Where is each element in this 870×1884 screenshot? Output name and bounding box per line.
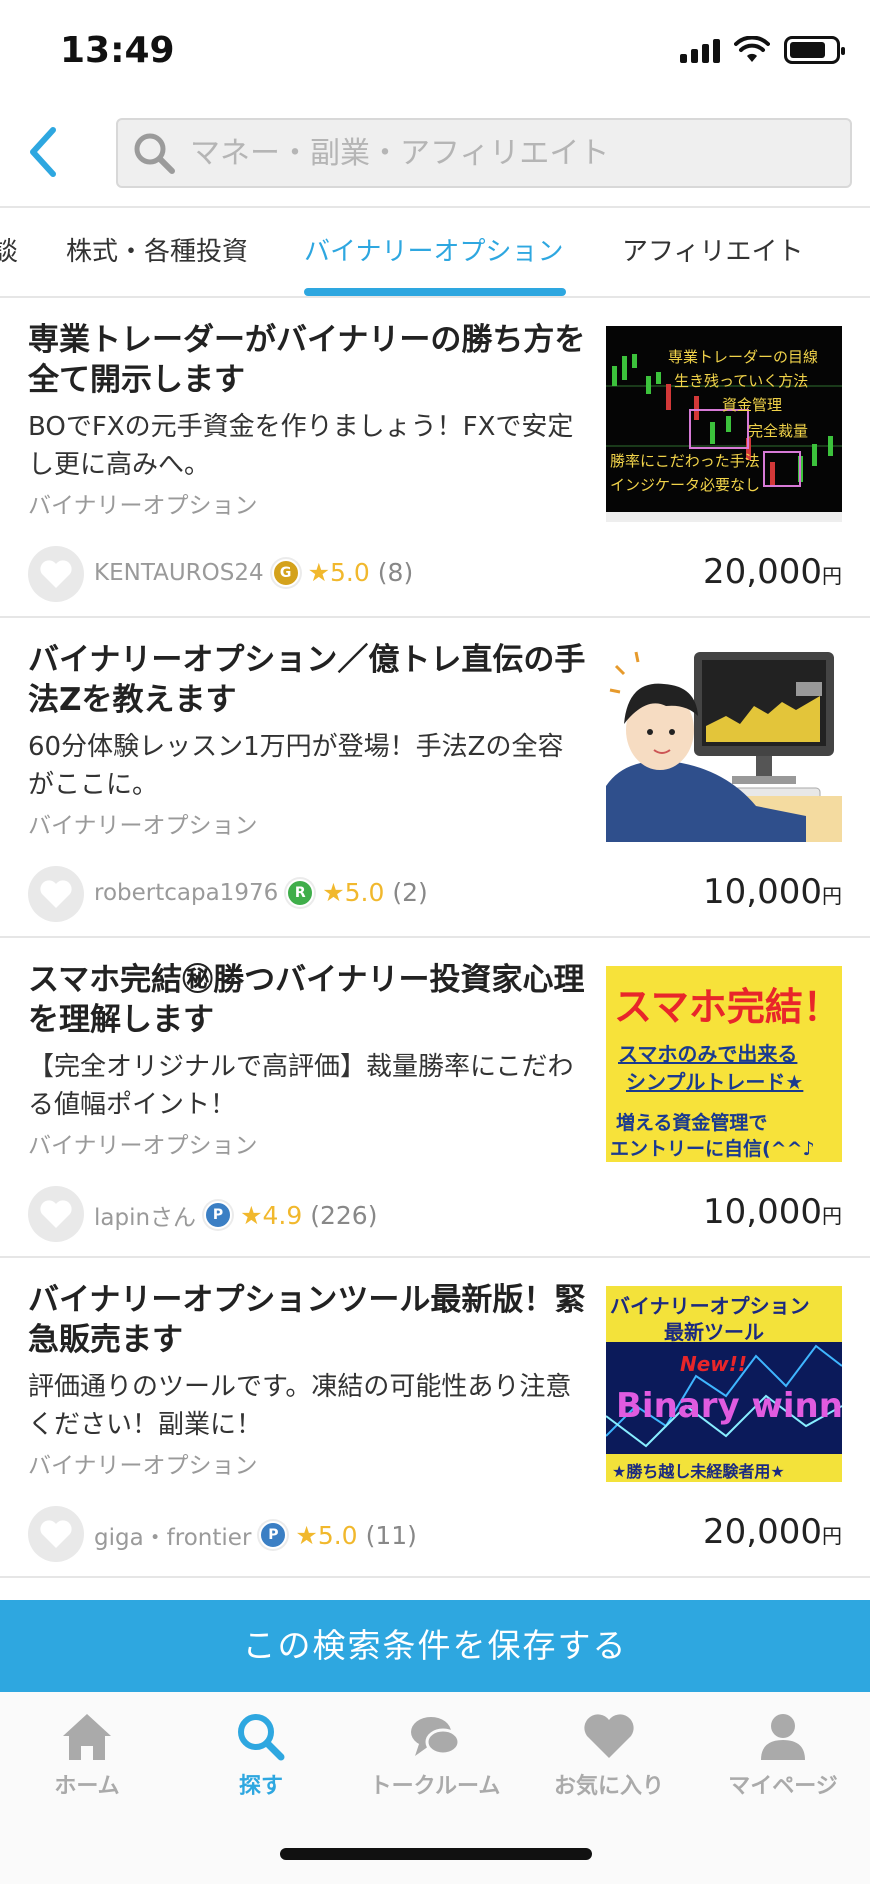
heart-icon <box>40 1200 72 1228</box>
person-icon <box>761 1714 805 1760</box>
listing-item[interactable]: スマホ完結㊙勝つバイナリー投資家心理を理解します 【完全オリジナルで高評価】裁量… <box>0 938 870 1258</box>
review-count: (226) <box>310 1200 378 1230</box>
seller-info: giga・frontier P ★5.0 (11) <box>94 1518 417 1552</box>
seller-name[interactable]: lapinさん <box>94 1198 196 1232</box>
listing-item[interactable]: バイナリーオプション／億トレ直伝の手法Zを教えます 60分体験レッスン1万円が登… <box>0 618 870 938</box>
listing-footer: KENTAUROS24 G ★5.0 (8) 20,000円 <box>28 546 842 602</box>
price: 20,000円 <box>703 552 842 592</box>
listing-description: 評価通りのツールです。凍結の可能性あり注意ください！副業に！ <box>28 1372 572 1440</box>
rank-badge-icon: P <box>204 1201 233 1229</box>
seller-info: KENTAUROS24 G ★5.0 (8) <box>94 558 413 587</box>
listing-title: バイナリーオプションツール最新版！緊急販売ます <box>28 1282 586 1358</box>
listing-description: BOでFXの元手資金を作りましょう！FXで安定し更に高みへ。 <box>28 412 574 480</box>
rating: ★5.0 <box>295 1520 358 1550</box>
battery-icon <box>784 36 845 64</box>
listing-category: バイナリーオプション <box>28 1133 258 1159</box>
thumbnail-text: スマホ完結！ スマホのみで出来る シンプルトレード★ 増える資金管理で エントリ… <box>610 985 841 1160</box>
listing-category: バイナリーオプション <box>28 1453 258 1479</box>
rank-badge-icon: G <box>271 558 300 587</box>
nav-home[interactable]: ホーム <box>0 1710 174 1800</box>
favorite-button[interactable] <box>28 1506 84 1562</box>
listing-footer: giga・frontier P ★5.0 (11) 20,000円 <box>28 1506 842 1562</box>
trader-illustration-image <box>606 646 842 842</box>
listing-description: 60分体験レッスン1万円が登場！手法Zの全容がここに。 <box>28 732 564 800</box>
chevron-left-icon <box>30 127 56 177</box>
seller-name[interactable]: robertcapa1976 <box>94 880 278 906</box>
cellular-signal-icon <box>680 37 720 63</box>
save-search-button[interactable]: この検索条件を保存する <box>0 1600 870 1692</box>
heart-icon <box>40 880 72 908</box>
heart-icon <box>40 560 72 588</box>
listing-thumbnail: スマホ完結！ スマホのみで出来る シンプルトレード★ 増える資金管理で エントリ… <box>606 966 842 1162</box>
seller-name[interactable]: KENTAUROS24 <box>94 560 264 586</box>
seller-info: lapinさん P ★4.9 (226) <box>94 1198 377 1232</box>
wifi-icon <box>734 36 770 62</box>
rating: ★4.9 <box>240 1200 303 1230</box>
listing-footer: lapinさん P ★4.9 (226) 10,000円 <box>28 1186 842 1242</box>
price: 20,000円 <box>703 1512 842 1552</box>
heart-icon <box>584 1714 634 1758</box>
listing-title: 専業トレーダーがバイナリーの勝ち方を全て開示します <box>28 322 586 398</box>
listing-item[interactable]: バイナリーオプションツール最新版！緊急販売ます 評価通りのツールです。凍結の可能… <box>0 1258 870 1578</box>
seller-name[interactable]: giga・frontier <box>94 1518 251 1552</box>
rating: ★5.0 <box>307 558 370 587</box>
bottom-navigation: ホーム 探す トークルーム お気に入り マイページ <box>0 1692 870 1884</box>
nav-talk-room[interactable]: トークルーム <box>348 1710 522 1800</box>
listing-thumbnail <box>606 646 842 842</box>
back-button[interactable] <box>14 124 70 180</box>
category-tabs: 談 株式・各種投資 バイナリーオプション アフィリエイト <box>0 206 870 298</box>
search-bar[interactable] <box>116 118 852 188</box>
favorite-button[interactable] <box>28 546 84 602</box>
home-icon <box>63 1714 111 1760</box>
tab-partial[interactable]: 談 <box>0 208 18 296</box>
status-bar: 13:49 <box>0 0 870 100</box>
review-count: (8) <box>377 558 414 587</box>
search-icon <box>134 133 175 174</box>
active-tab-indicator <box>304 288 566 296</box>
favorite-button[interactable] <box>28 1186 84 1242</box>
price: 10,000円 <box>703 872 842 912</box>
listing-category: バイナリーオプション <box>28 493 258 519</box>
nav-my-page[interactable]: マイページ <box>696 1710 870 1800</box>
listing-item[interactable]: 専業トレーダーがバイナリーの勝ち方を全て開示します BOでFXの元手資金を作りま… <box>0 298 870 618</box>
search-input[interactable] <box>190 135 790 171</box>
price: 10,000円 <box>703 1192 842 1232</box>
search-icon <box>238 1714 285 1761</box>
review-count: (11) <box>365 1520 417 1550</box>
seller-info: robertcapa1976 R ★5.0 (2) <box>94 878 428 907</box>
favorite-button[interactable] <box>28 866 84 922</box>
rank-badge-icon: P <box>259 1521 288 1549</box>
header <box>0 100 870 206</box>
listing-description: 【完全オリジナルで高評価】裁量勝率にこだわる値幅ポイント！ <box>28 1052 574 1120</box>
listing-category: バイナリーオプション <box>28 813 258 839</box>
listing-title: スマホ完結㊙勝つバイナリー投資家心理を理解します <box>28 962 585 1038</box>
listing-footer: robertcapa1976 R ★5.0 (2) 10,000円 <box>28 866 842 922</box>
nav-search[interactable]: 探す <box>174 1710 348 1800</box>
rating: ★5.0 <box>322 878 385 907</box>
rank-badge-icon: R <box>286 878 315 907</box>
review-count: (2) <box>392 878 428 907</box>
tab-affiliate[interactable]: アフィリエイト <box>622 208 803 296</box>
status-icons <box>680 36 845 64</box>
thumbnail-text: バイナリーオプション 最新ツール New!! Binary winner ★勝ち… <box>610 1294 842 1481</box>
tab-binary-option[interactable]: バイナリーオプション <box>304 208 563 296</box>
chat-icon <box>411 1717 461 1756</box>
nav-favorites[interactable]: お気に入り <box>522 1710 696 1800</box>
listing-thumbnail: バイナリーオプション 最新ツール New!! Binary winner ★勝ち… <box>606 1286 842 1482</box>
listing-thumbnail: 専業トレーダーの目線 生き残っていく方法 資金管理 完全裁量 勝率にこだわった手… <box>606 326 842 522</box>
heart-icon <box>40 1520 72 1548</box>
listing-title: バイナリーオプション／億トレ直伝の手法Zを教えます <box>28 642 586 718</box>
tab-stocks-investment[interactable]: 株式・各種投資 <box>66 208 248 296</box>
status-time: 13:49 <box>60 30 175 71</box>
home-indicator <box>280 1848 592 1860</box>
